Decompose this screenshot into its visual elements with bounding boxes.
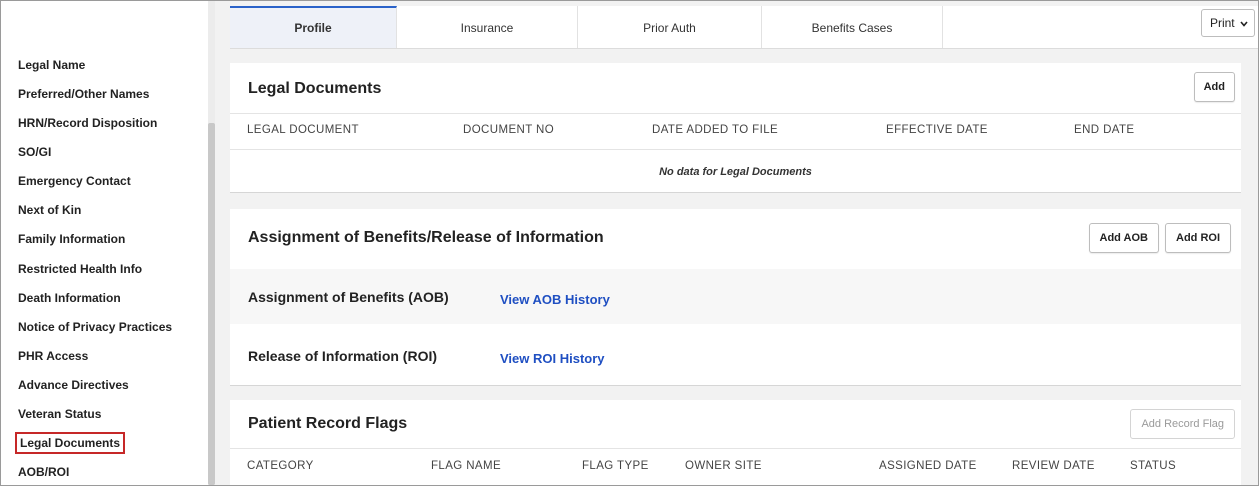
print-button[interactable]: Print	[1200, 9, 1255, 37]
column-header-date-added[interactable]: DATE ADDED TO FILE	[652, 124, 778, 136]
app-frame: Legal Name Preferred/Other Names HRN/Rec…	[0, 0, 1259, 486]
sidebar-item-so-gi[interactable]: SO/GI	[18, 141, 51, 163]
column-header-review-date[interactable]: REVIEW DATE	[1012, 460, 1095, 472]
sidebar-item-veteran-status[interactable]: Veteran Status	[18, 403, 101, 425]
add-record-flag-button[interactable]: Add Record Flag	[1130, 409, 1235, 439]
record-flags-title: Patient Record Flags	[248, 415, 408, 432]
divider	[230, 448, 1241, 449]
sidebar-item-legal-documents[interactable]: Legal Documents	[15, 432, 126, 454]
sidebar-scrollbar-thumb[interactable]	[208, 123, 215, 485]
sidebar-item-hrn-record-disposition[interactable]: HRN/Record Disposition	[18, 112, 157, 134]
legal-documents-card: Legal Documents Add LEGAL DOCUMENT DOCUM…	[230, 63, 1241, 193]
column-header-end-date[interactable]: END DATE	[1074, 124, 1135, 136]
column-header-legal-document[interactable]: LEGAL DOCUMENT	[247, 124, 359, 136]
tab-benefits-cases[interactable]: Benefits Cases	[762, 6, 943, 48]
column-header-flag-name[interactable]: FLAG NAME	[431, 460, 501, 472]
add-roi-button[interactable]: Add ROI	[1165, 223, 1231, 253]
sidebar-item-emergency-contact[interactable]: Emergency Contact	[18, 170, 131, 192]
empty-message: No data for Legal Documents	[659, 166, 812, 178]
column-header-document-no[interactable]: DOCUMENT NO	[463, 124, 554, 136]
roi-row: Release of Information (ROI) View ROI Hi…	[230, 326, 1241, 381]
column-header-owner-site[interactable]: OWNER SITE	[685, 460, 762, 472]
aob-roi-card: Assignment of Benefits/Release of Inform…	[230, 209, 1241, 386]
sidebar-item-family-information[interactable]: Family Information	[18, 228, 125, 250]
sidebar-item-phr-access[interactable]: PHR Access	[18, 345, 88, 367]
legal-documents-title: Legal Documents	[248, 80, 382, 97]
column-header-status[interactable]: STATUS	[1130, 460, 1176, 472]
sidebar-item-aob-roi[interactable]: AOB/ROI	[18, 461, 69, 483]
divider	[230, 113, 1241, 114]
sidebar-item-advance-directives[interactable]: Advance Directives	[18, 374, 129, 396]
sidebar-item-notice-of-privacy-practices[interactable]: Notice of Privacy Practices	[18, 316, 172, 338]
sidebar-item-death-information[interactable]: Death Information	[18, 287, 121, 309]
sidebar-nav: Legal Name Preferred/Other Names HRN/Rec…	[1, 1, 208, 485]
column-header-effective-date[interactable]: EFFECTIVE DATE	[886, 124, 988, 136]
aob-roi-title: Assignment of Benefits/Release of Inform…	[248, 229, 604, 246]
divider	[230, 149, 1241, 150]
print-label: Print	[1209, 16, 1235, 30]
add-aob-button[interactable]: Add AOB	[1088, 223, 1159, 253]
chevron-down-icon	[1240, 10, 1248, 36]
sidebar-item-legal-name[interactable]: Legal Name	[18, 54, 85, 76]
tab-profile[interactable]: Profile	[230, 6, 397, 48]
aob-row: Assignment of Benefits (AOB) View AOB Hi…	[230, 269, 1241, 324]
tab-insurance[interactable]: Insurance	[397, 6, 578, 48]
tab-prior-auth[interactable]: Prior Auth	[578, 6, 762, 48]
roi-label: Release of Information (ROI)	[248, 348, 438, 364]
record-flags-card: Patient Record Flags Add Record Flag CAT…	[230, 400, 1241, 485]
column-header-assigned-date[interactable]: ASSIGNED DATE	[879, 460, 977, 472]
add-legal-document-button[interactable]: Add	[1193, 72, 1235, 102]
view-roi-history-link[interactable]: View ROI History	[500, 351, 605, 366]
sidebar-item-restricted-health-info[interactable]: Restricted Health Info	[18, 258, 142, 280]
aob-label: Assignment of Benefits (AOB)	[248, 289, 449, 305]
view-aob-history-link[interactable]: View AOB History	[500, 292, 610, 307]
column-header-flag-type[interactable]: FLAG TYPE	[582, 460, 649, 472]
column-header-category[interactable]: CATEGORY	[247, 460, 314, 472]
sidebar-item-preferred-other-names[interactable]: Preferred/Other Names	[18, 83, 149, 105]
tab-bar: Profile Insurance Prior Auth Benefits Ca…	[230, 6, 1258, 49]
sidebar-item-next-of-kin[interactable]: Next of Kin	[18, 199, 81, 221]
